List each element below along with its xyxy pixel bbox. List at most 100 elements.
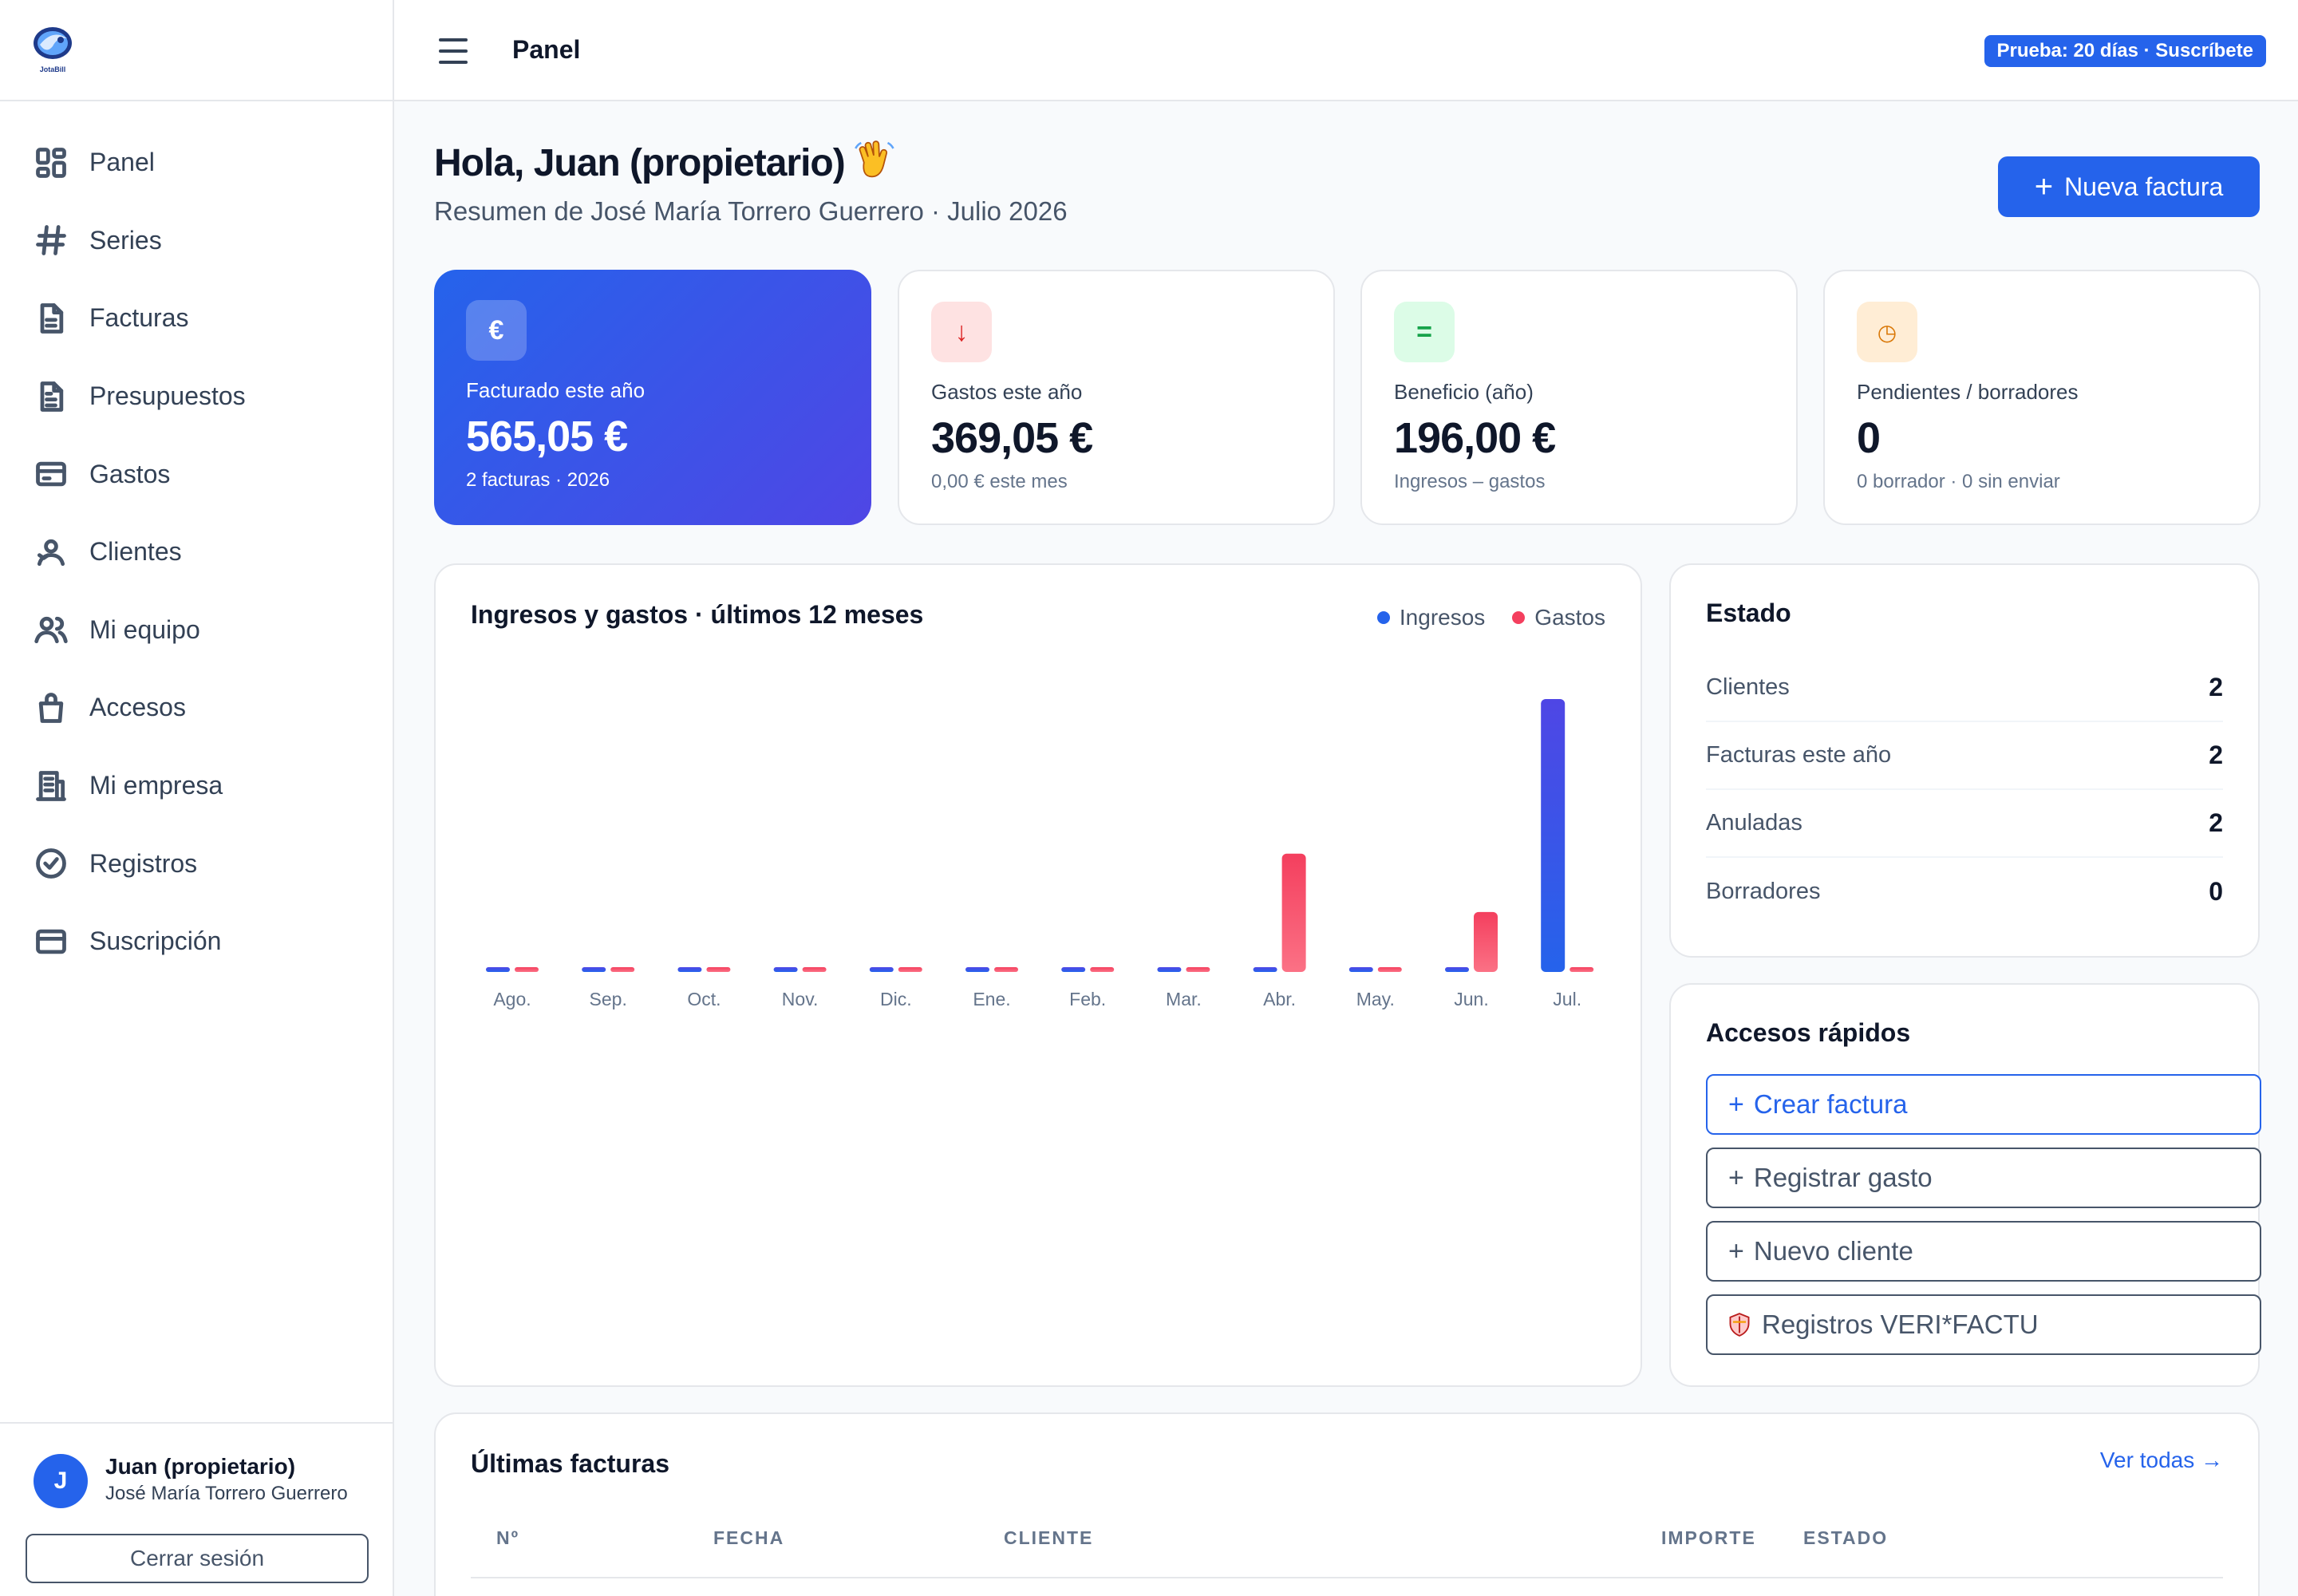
sidebar-item-clientes[interactable]: Clientes (0, 513, 393, 591)
new-invoice-button[interactable]: + Nueva factura (1998, 156, 2260, 217)
bar-ingresos[interactable] (677, 967, 702, 972)
chart-panel: Ingresos y gastos · últimos 12 meses Ing… (434, 563, 1642, 1387)
waving-hand-icon (854, 140, 894, 178)
sidebar-item-label: Series (89, 225, 162, 255)
stat-card-beneficio[interactable]: = Beneficio (año) 196,00 € Ingresos – ga… (1360, 270, 1798, 525)
status-value: 0 (2209, 877, 2223, 906)
quick-access-title: Accesos rápidos (1706, 1018, 1911, 1047)
bar-gastos[interactable] (1090, 967, 1115, 972)
plus-icon: + (1728, 1235, 1744, 1266)
column-header-date[interactable]: FECHA (713, 1527, 784, 1549)
greeting: Hola, Juan (propietario) (434, 137, 896, 185)
x-tick-label: Nov. (782, 989, 819, 1009)
bar-gastos[interactable] (1281, 853, 1306, 972)
x-tick-label: Dic. (880, 989, 912, 1009)
quick-btn-label: Registros VERI*FACTU (1762, 1310, 2039, 1339)
logo-text: JotaBill (40, 65, 66, 73)
status-value: 2 (2209, 741, 2223, 769)
x-tick-label: Feb. (1069, 989, 1106, 1009)
euro-icon: € (466, 300, 527, 361)
bar-gastos[interactable] (610, 967, 635, 972)
column-header-number[interactable]: Nº (496, 1527, 519, 1549)
see-all-link[interactable]: Ver todas → (2100, 1448, 2223, 1473)
bar-gastos[interactable] (706, 967, 731, 972)
bar-ingresos[interactable] (582, 967, 606, 972)
bar-ingresos[interactable] (965, 967, 989, 972)
sidebar-item-mi-empresa[interactable]: Mi empresa (0, 747, 393, 825)
register-expense-button[interactable]: + Registrar gasto (1706, 1148, 2261, 1208)
table-divider (471, 1577, 2223, 1578)
page-title: Panel (512, 35, 581, 64)
bar-ingresos[interactable] (1061, 967, 1086, 972)
quick-btn-label: Registrar gasto (1753, 1163, 1933, 1192)
team-icon (34, 617, 68, 644)
user-name: Juan (propietario) (105, 1454, 296, 1479)
document-icon (40, 303, 64, 334)
menu-icon[interactable] (439, 38, 468, 64)
bar-gastos[interactable] (1474, 911, 1498, 972)
column-header-amount[interactable]: IMPORTE (1661, 1527, 1756, 1549)
status-label: Anuladas (1706, 810, 1802, 836)
avatar[interactable]: J (34, 1454, 88, 1508)
quick-access-panel: Accesos rápidos + Crear factura + Registra… (1669, 983, 2261, 1387)
stat-card-pendientes[interactable]: ◷ Pendientes / borradores 0 0 borrador ·… (1823, 270, 2260, 525)
sidebar-nav: Panel Series Facturas Presupuestos Gasto… (0, 101, 393, 981)
sidebar-item-series[interactable]: Series (0, 202, 393, 280)
sidebar-item-registros[interactable]: Registros (0, 824, 393, 903)
stat-sub: 0 borrador · 0 sin enviar (1857, 471, 2060, 492)
column-header-client[interactable]: CLIENTE (1004, 1527, 1093, 1549)
sidebar-item-gastos[interactable]: Gastos (0, 435, 393, 513)
bar-gastos[interactable] (898, 967, 922, 972)
create-invoice-button[interactable]: + Crear factura (1706, 1074, 2261, 1135)
plus-icon: + (1728, 1088, 1744, 1120)
new-client-button[interactable]: + Nuevo cliente (1706, 1221, 2261, 1282)
sidebar-item-label: Mi equipo (89, 614, 200, 644)
sidebar-item-label: Gastos (89, 459, 171, 488)
quick-btn-label: Nuevo cliente (1753, 1236, 1913, 1266)
page-subtitle: Resumen de José María Torrero Guerrero ·… (434, 196, 1068, 226)
status-label: Clientes (1706, 674, 1790, 700)
sidebar-item-facturas[interactable]: Facturas (0, 279, 393, 358)
status-row-facturas: Facturas este año 2 (1706, 722, 2223, 790)
bar-gastos[interactable] (1570, 967, 1594, 972)
bar-ingresos[interactable] (1157, 967, 1182, 972)
sidebar-item-panel[interactable]: Panel (0, 124, 393, 202)
hash-icon (36, 225, 66, 256)
verifactu-records-button[interactable]: Registros VERI*FACTU (1706, 1294, 2261, 1355)
bar-chart: Ago. Sep. Oct. Nov. Dic. Ene. Feb. Mar. Abr. May.… (486, 699, 1594, 1009)
bar-ingresos[interactable] (1541, 699, 1566, 972)
bar-ingresos[interactable] (869, 967, 894, 972)
trial-badge[interactable]: Prueba: 20 días · Suscríbete (1984, 35, 2266, 67)
bar-ingresos[interactable] (1253, 967, 1277, 972)
building-icon (36, 770, 66, 801)
stat-card-facturado[interactable]: € Facturado este año 565,05 € 2 facturas… (434, 270, 871, 525)
bar-gastos[interactable] (515, 967, 539, 972)
bar-ingresos[interactable] (486, 967, 510, 972)
sidebar-item-accesos[interactable]: Accesos (0, 669, 393, 747)
sidebar-item-suscripcion[interactable]: Suscripción (0, 903, 393, 981)
logout-button[interactable]: Cerrar sesión (26, 1534, 369, 1583)
jotabill-logo[interactable]: JotaBill (29, 22, 77, 75)
sidebar-item-mi-equipo[interactable]: Mi equipo (0, 591, 393, 670)
sidebar-item-label: Presupuestos (89, 381, 246, 411)
sidebar-item-presupuestos[interactable]: Presupuestos (0, 358, 393, 436)
x-tick-label: Sep. (590, 989, 627, 1009)
status-label: Facturas este año (1706, 742, 1892, 768)
bar-ingresos[interactable] (1445, 967, 1469, 972)
bar-gastos[interactable] (802, 967, 827, 972)
estado-panel: Estado Clientes 2 Facturas este año 2 An… (1669, 563, 2260, 958)
stat-label: Pendientes / borradores (1857, 380, 2079, 404)
document-lines-icon (40, 381, 64, 412)
stat-card-gastos[interactable]: ↓ Gastos este año 369,05 € 0,00 € este m… (898, 270, 1335, 525)
grid-icon (36, 147, 66, 178)
plus-icon: + (2034, 169, 2054, 204)
stat-label: Facturado este año (466, 378, 646, 402)
bar-ingresos[interactable] (773, 967, 798, 972)
bar-gastos[interactable] (994, 967, 1018, 972)
bar-gastos[interactable] (1186, 967, 1210, 972)
status-value: 2 (2209, 808, 2223, 837)
bar-gastos[interactable] (1377, 967, 1402, 972)
bar-ingresos[interactable] (1348, 967, 1373, 972)
column-header-status[interactable]: ESTADO (1803, 1527, 1888, 1549)
status-row-borradores: Borradores 0 (1706, 858, 2223, 926)
